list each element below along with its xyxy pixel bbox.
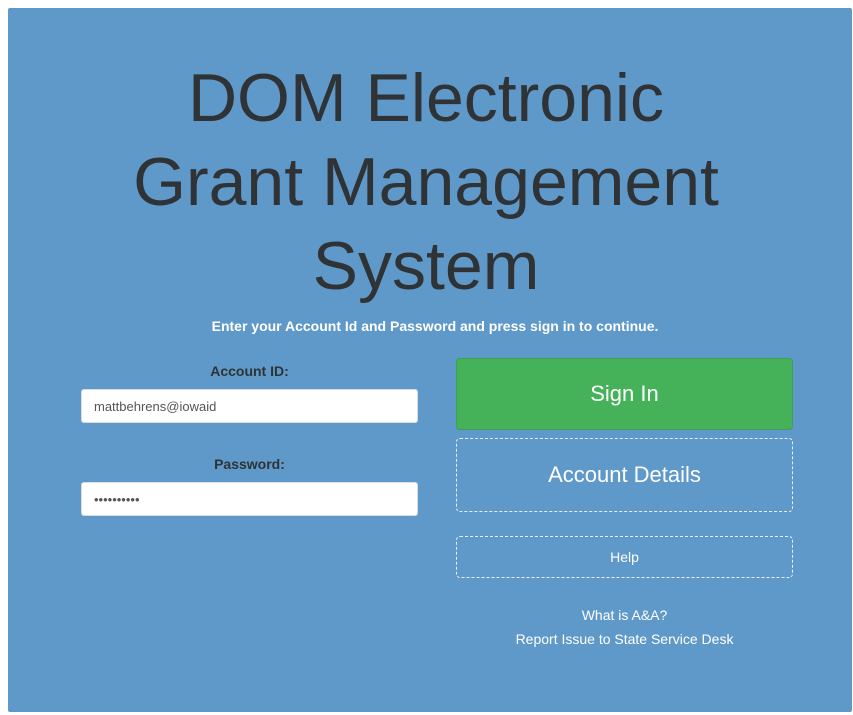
page-title-line-2: Grant Management <box>133 144 719 220</box>
page-title: DOM Electronic Grant Management System <box>0 56 852 308</box>
help-button[interactable]: Help <box>456 536 793 578</box>
report-issue-link[interactable]: Report Issue to State Service Desk <box>456 629 793 649</box>
what-is-aa-link[interactable]: What is A&A? <box>456 605 793 625</box>
account-id-label: Account ID: <box>210 363 289 379</box>
page-title-line-3: System <box>312 228 540 304</box>
account-id-field[interactable] <box>81 389 418 423</box>
login-instructions: Enter your Account Id and Password and p… <box>211 318 659 334</box>
page-title-line-1: DOM Electronic <box>187 60 665 136</box>
password-label: Password: <box>214 456 285 472</box>
password-field[interactable] <box>81 482 418 516</box>
account-details-button[interactable]: Account Details <box>456 438 793 512</box>
sign-in-button[interactable]: Sign In <box>456 358 793 430</box>
